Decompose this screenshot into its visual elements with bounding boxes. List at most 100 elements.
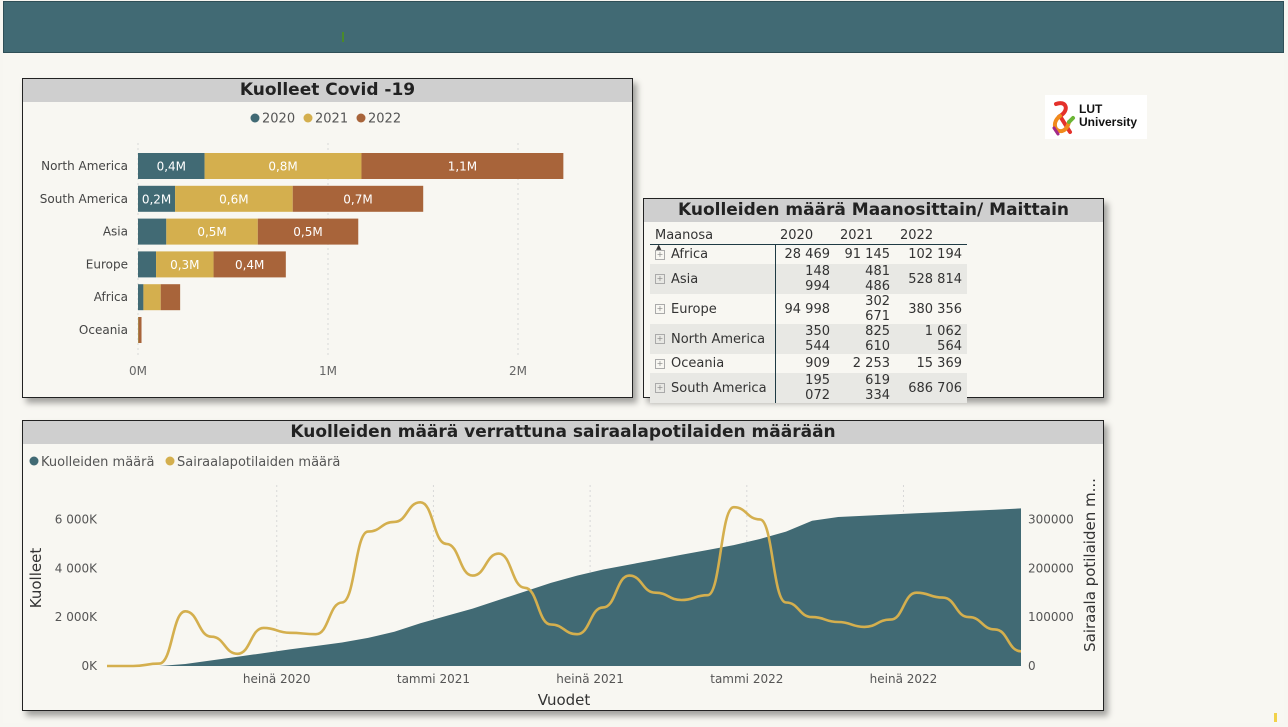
y-left-tick-label-0: 0K bbox=[81, 659, 98, 673]
legend-marker-2020 bbox=[250, 113, 260, 123]
category-label: South America bbox=[40, 192, 128, 206]
cell-value: 2 253 bbox=[852, 356, 890, 371]
category-label: North America bbox=[41, 159, 128, 173]
bar-data-label: 0,6M bbox=[219, 192, 248, 206]
cell-value: 825 610 bbox=[835, 324, 895, 354]
bar-chart[interactable]: 2020 2021 2022 0M 1M 2M North America 0,4M 0,8M 1… bbox=[23, 103, 632, 398]
cell-value: 28 469 bbox=[775, 244, 835, 264]
x-tick-label-4: heinä 2022 bbox=[870, 672, 938, 686]
cell-value: 481 486 bbox=[835, 264, 895, 294]
line-chart-title: Kuolleiden määrä verrattuna sairaalapoti… bbox=[23, 421, 1103, 444]
bar-data-label: 0,2M bbox=[142, 192, 171, 206]
series-area-kuolleiden-maara bbox=[107, 508, 1021, 666]
column-header-2021[interactable]: 2021 bbox=[835, 226, 895, 245]
expand-icon[interactable]: + bbox=[655, 274, 665, 284]
table-row[interactable]: + Asia 148 994 481 486 528 814 bbox=[650, 264, 967, 294]
legend-marker-2022 bbox=[356, 113, 366, 123]
expand-icon[interactable]: + bbox=[655, 358, 665, 369]
category-label: Asia bbox=[103, 225, 128, 239]
table-row[interactable]: + South America 195 072 619 334 686 706 bbox=[650, 373, 967, 403]
cell-value: 91 145 bbox=[835, 244, 895, 264]
logo-text-university: University bbox=[1079, 115, 1138, 129]
line-chart-panel[interactable]: Kuolleiden määrä verrattuna sairaalapoti… bbox=[22, 420, 1104, 711]
y-left-tick-label-3: 6 000K bbox=[55, 512, 98, 526]
bar-segment-2020 bbox=[138, 251, 157, 278]
cell-value: 195 072 bbox=[775, 373, 835, 403]
bar-segment-2021 bbox=[143, 284, 161, 311]
logo-text-lut: LUT bbox=[1079, 102, 1103, 116]
line-area-chart[interactable]: Kuolleiden määrä Sairaalapotilaiden määrä… bbox=[23, 445, 1103, 711]
cell-value: 619 334 bbox=[835, 373, 895, 403]
legend-label-2022: 2022 bbox=[368, 112, 401, 127]
lut-university-logo: LUT University bbox=[1045, 95, 1147, 139]
x-tick-label-2: heinä 2021 bbox=[556, 672, 624, 686]
expand-icon[interactable]: + bbox=[655, 334, 665, 344]
bar-data-label: 0,5M bbox=[197, 225, 226, 239]
y-left-tick-label-1: 2 000K bbox=[55, 610, 98, 624]
bar-data-label: 0,8M bbox=[268, 160, 297, 174]
cell-value: 102 194 bbox=[895, 244, 967, 264]
category-label: Africa bbox=[94, 290, 128, 304]
bar-segment-2022 bbox=[138, 317, 142, 343]
bar-segment-2022 bbox=[160, 284, 181, 311]
table-row[interactable]: + Oceania 909 2 253 15 369 bbox=[650, 354, 967, 373]
logo-mark-icon bbox=[1052, 101, 1075, 136]
column-header-2022[interactable]: 2022 bbox=[895, 226, 967, 245]
y-right-tick-label-1: 100000 bbox=[1028, 610, 1074, 624]
table-row[interactable]: + North America 350 544 825 610 1 062 564 bbox=[650, 324, 967, 354]
cell-value: 148 994 bbox=[775, 264, 835, 294]
bar-data-label: 0,4M bbox=[235, 258, 264, 272]
bar-chart-panel[interactable]: Kuolleet Covid -19 2020 2021 2022 0M 1M 2M Nor… bbox=[22, 78, 633, 398]
column-header-maanosa[interactable]: Maanosa bbox=[650, 226, 775, 245]
y-right-axis-title: Sairaala potilaiden m... bbox=[1081, 478, 1099, 652]
legend-marker-0 bbox=[29, 456, 39, 466]
cell-value: 909 bbox=[805, 356, 830, 371]
legend-label-2021: 2021 bbox=[315, 112, 348, 127]
cell-value: 380 356 bbox=[908, 301, 962, 317]
legend-marker-2021 bbox=[303, 113, 313, 123]
x-tick-label-1: tammi 2021 bbox=[397, 672, 470, 686]
cell-value: 94 998 bbox=[784, 301, 831, 317]
row-label-text: Africa bbox=[671, 247, 709, 262]
bar-data-label: 0,7M bbox=[343, 192, 372, 206]
bar-chart-title: Kuolleet Covid -19 bbox=[23, 79, 632, 102]
legend-label-2020: 2020 bbox=[262, 112, 295, 127]
row-label-text: North America bbox=[671, 331, 766, 347]
column-header-2020[interactable]: 2020 bbox=[775, 226, 835, 245]
bar-data-label: 0,3M bbox=[170, 258, 199, 272]
row-label: + Asia bbox=[650, 264, 776, 294]
y-left-axis-title: Kuolleet bbox=[27, 548, 45, 609]
matrix-table-panel[interactable]: Kuolleiden määrä Maanosittain/ Maittain … bbox=[643, 198, 1104, 403]
bar-data-label: 0,5M bbox=[293, 225, 322, 239]
row-label: + North America bbox=[650, 324, 776, 354]
bar-data-label: 0,4M bbox=[157, 160, 186, 174]
x-tick-label-1: 1M bbox=[319, 364, 337, 378]
bar-segment-2020 bbox=[138, 284, 144, 311]
corner-marker bbox=[1274, 713, 1277, 722]
header-marker bbox=[342, 32, 344, 42]
x-tick-label-0: 0M bbox=[129, 364, 147, 378]
expand-icon[interactable]: + bbox=[655, 304, 665, 314]
x-tick-label-0: heinä 2020 bbox=[243, 672, 311, 686]
cell-value: 15 369 bbox=[916, 356, 963, 371]
cell-value: 528 814 bbox=[895, 264, 967, 294]
table-row[interactable]: + Africa 28 469 91 145 102 194 bbox=[650, 244, 967, 264]
expand-icon[interactable]: + bbox=[655, 249, 665, 260]
sort-ascending-icon: ▲ bbox=[656, 243, 662, 251]
cell-value: 1 062 564 bbox=[895, 324, 967, 354]
bar-segment-2020 bbox=[138, 218, 167, 245]
matrix-table-title: Kuolleiden määrä Maanosittain/ Maittain bbox=[644, 199, 1103, 222]
category-label: Europe bbox=[86, 257, 128, 271]
row-label: + Africa bbox=[650, 244, 776, 264]
matrix-table: Maanosa 2020 2021 2022 + Africa 28 469 91 1… bbox=[650, 226, 967, 403]
legend-label-1: Sairaalapotilaiden määrä bbox=[177, 455, 340, 470]
row-label-text: Asia bbox=[671, 271, 699, 287]
cell-value: 302 671 bbox=[865, 294, 890, 324]
table-row[interactable]: + Europe 94 998 302 671 380 356 bbox=[650, 294, 967, 324]
y-left-tick-label-2: 4 000K bbox=[55, 561, 98, 575]
x-axis-title: Vuodet bbox=[538, 691, 591, 709]
cell-value: 686 706 bbox=[895, 373, 967, 403]
x-tick-label-3: tammi 2022 bbox=[710, 672, 783, 686]
y-right-tick-label-2: 200000 bbox=[1028, 561, 1074, 575]
expand-icon[interactable]: + bbox=[655, 383, 665, 393]
